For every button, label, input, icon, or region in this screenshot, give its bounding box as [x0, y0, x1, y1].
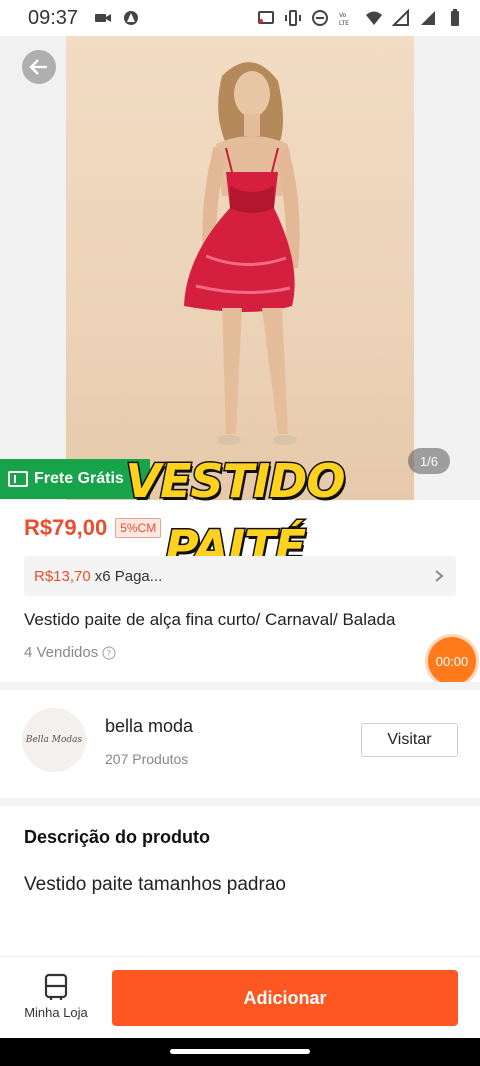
status-time: 09:37	[28, 6, 79, 29]
assistant-icon	[124, 11, 139, 25]
section-divider	[0, 682, 480, 690]
video-camera-icon	[95, 14, 112, 22]
signal-icon	[421, 11, 435, 25]
shop-logo-text: Bella Modas	[25, 735, 83, 745]
wifi-icon	[366, 11, 382, 25]
arrow-left-icon	[29, 59, 47, 75]
bottom-action-bar: Minha Loja Adicionar	[0, 956, 480, 1038]
cast-icon	[258, 11, 274, 24]
installment-price: R$13,70	[34, 567, 91, 585]
chevron-right-icon	[435, 570, 444, 582]
product-image-carousel[interactable]: 1/6	[0, 36, 480, 500]
shop-products-count: 207 Produtos	[105, 751, 189, 767]
shop-name[interactable]: bella moda	[105, 716, 193, 737]
sold-count-row: 4 Vendidos ?	[24, 644, 116, 661]
signal-icon	[392, 9, 409, 26]
installment-text: x6 Paga...	[94, 567, 163, 585]
my-store-button[interactable]: Minha Loja	[16, 973, 96, 1020]
back-button[interactable]	[22, 50, 56, 84]
cashback-tag: 5%CM	[115, 518, 162, 538]
svg-text:Vo: Vo	[339, 12, 347, 19]
status-bar: 09:37 Vo LTE	[0, 0, 480, 36]
do-not-disturb-icon	[312, 10, 328, 26]
volte-icon: VoLTE	[339, 12, 349, 27]
vibrate-icon	[285, 10, 301, 26]
price-row: R$79,00 5%CM	[24, 515, 162, 541]
dress-model-illustration	[184, 62, 300, 445]
free-shipping-label: Frete Grátis	[34, 470, 124, 487]
visit-shop-button[interactable]: Visitar	[361, 723, 458, 757]
store-icon	[44, 973, 68, 1000]
system-navigation-bar	[0, 1038, 480, 1066]
help-icon[interactable]: ?	[102, 645, 116, 660]
product-title: Vestido paite de alça fina curto/ Carnav…	[24, 610, 396, 629]
svg-text:?: ?	[107, 649, 112, 659]
installment-row[interactable]: R$13,70 x6 Paga...	[24, 556, 456, 596]
caption-line-1: VESTIDO	[124, 453, 347, 510]
description-text: Vestido paite tamanhos padrao	[24, 874, 286, 895]
sold-count: 4 Vendidos	[24, 644, 99, 661]
image-counter: 1/6	[408, 448, 450, 474]
description-heading: Descrição do produto	[24, 827, 211, 847]
floating-timer-button[interactable]: 00:00	[428, 637, 476, 685]
product-photo	[66, 36, 414, 500]
add-button[interactable]: Adicionar	[112, 970, 458, 1026]
svg-text:LTE: LTE	[339, 20, 349, 27]
section-divider	[0, 798, 480, 806]
product-price: R$79,00	[24, 515, 108, 540]
shop-logo[interactable]: Bella Modas	[22, 708, 86, 772]
my-store-label: Minha Loja	[24, 1005, 88, 1020]
battery-icon	[451, 9, 459, 26]
home-indicator[interactable]	[170, 1049, 310, 1054]
ticket-icon	[8, 471, 28, 487]
